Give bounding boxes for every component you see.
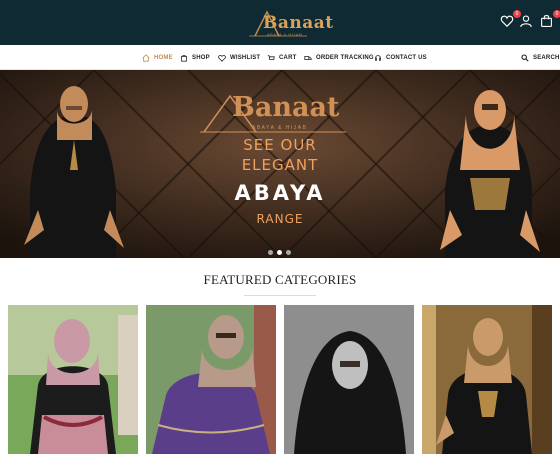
wishlist-header-button[interactable]: 0 (500, 10, 521, 30)
category-card[interactable] (146, 305, 276, 454)
search-button[interactable]: SEARCH (521, 45, 560, 70)
hero-brand: Banaat (232, 92, 340, 123)
nav-home-label: HOME (154, 54, 173, 61)
cart-header-button[interactable]: 0 (540, 10, 560, 30)
category-image (146, 305, 276, 454)
hero-line-3: ABAYA (234, 181, 326, 205)
search-label: SEARCH (533, 54, 560, 61)
account-button[interactable] (519, 14, 535, 30)
bag-icon (541, 15, 552, 27)
nav-order-tracking-label: ORDER TRACKING (316, 54, 374, 61)
hero-line-2: ELEGANT (241, 156, 319, 174)
home-icon (142, 53, 150, 62)
search-icon (521, 53, 529, 62)
hero-line-4: RANGE (256, 212, 304, 226)
category-image (422, 305, 552, 454)
logo-text: Banaat (263, 13, 334, 33)
slider-dot-active[interactable] (277, 250, 282, 255)
category-image (284, 305, 414, 454)
top-header: Banaat ABAYA & HIJAB 0 0 (0, 0, 560, 45)
slider-dot[interactable] (286, 250, 291, 255)
nav-cart-label: CART (279, 54, 297, 61)
bag-icon (181, 54, 187, 62)
main-nav: HOME SHOP WISHLIST CART ORDER TRACKING C… (0, 45, 560, 70)
category-card[interactable] (284, 305, 414, 454)
cart-count-badge: 0 (553, 10, 560, 18)
nav-shop[interactable]: SHOP (180, 45, 210, 70)
hero-logo: Banaat ABAYA & HIJAB (200, 88, 350, 134)
title-divider (244, 295, 316, 296)
heart-icon (218, 54, 226, 62)
site-logo[interactable]: Banaat ABAYA & HIJAB (247, 6, 333, 40)
featured-categories-title: FEATURED CATEGORIES (203, 272, 357, 287)
truck-icon (304, 55, 312, 60)
category-card[interactable] (422, 305, 552, 454)
cart-icon (267, 54, 275, 60)
nav-order-tracking[interactable]: ORDER TRACKING (304, 45, 374, 70)
nav-cart[interactable]: CART (267, 45, 296, 70)
headset-icon (375, 54, 381, 61)
slider-dots (268, 250, 291, 255)
category-image (8, 305, 138, 454)
nav-home[interactable]: HOME (142, 45, 173, 70)
nav-contact-us-label: CONTACT US (386, 54, 427, 61)
hero-tagline: ABAYA & HIJAB (252, 125, 308, 131)
nav-wishlist[interactable]: WISHLIST (218, 45, 260, 70)
hero-slider[interactable]: Banaat ABAYA & HIJAB SEE OUR ELEGANT ABA… (0, 70, 560, 258)
nav-contact-us[interactable]: CONTACT US (374, 45, 427, 70)
user-icon (520, 15, 532, 28)
hero-line-1: SEE OUR (243, 136, 317, 154)
nav-shop-label: SHOP (192, 54, 210, 61)
heart-icon (500, 15, 514, 28)
slider-dot[interactable] (268, 250, 273, 255)
logo-tagline: ABAYA & HIJAB (267, 32, 303, 37)
nav-wishlist-label: WISHLIST (230, 54, 261, 61)
category-card[interactable] (8, 305, 138, 454)
